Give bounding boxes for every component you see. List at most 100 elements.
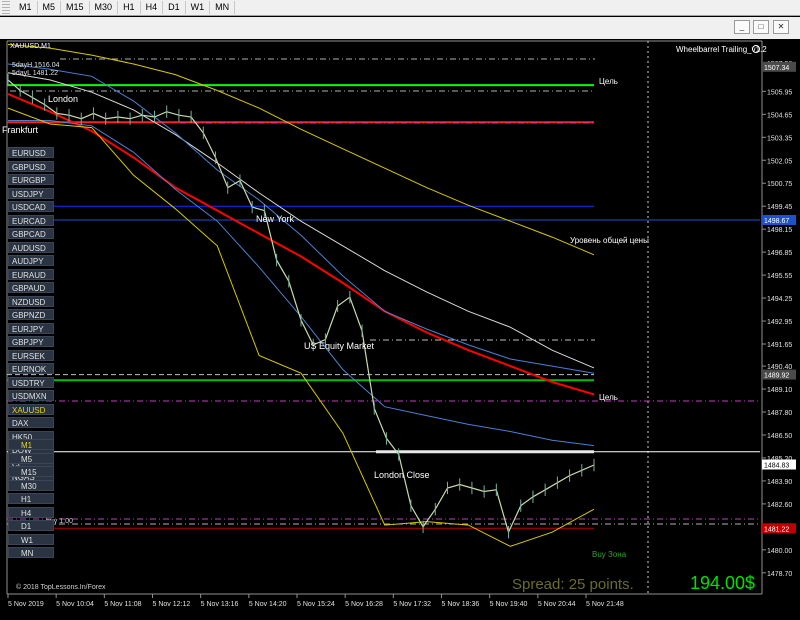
price-badge-label: 1484.83 [764,462,789,469]
side-timeframe-m5[interactable]: M5 [8,452,54,464]
symbol-button-usdcad[interactable]: USDCAD [8,201,54,212]
symbol-button-eurgbp[interactable]: EURGBP [8,174,54,185]
session-label-us-equity: US Equity Market [304,341,375,351]
chart-title-bar: _ □ ✕ [0,17,800,40]
symbol-button-eurusd[interactable]: EURUSD [8,147,54,158]
symbol-button-usdtry[interactable]: USDTRY [8,376,54,388]
timeframe-side-panel: M1 M5 M15 M30 H1 H4 D1 W1 MN [8,439,54,561]
y-tick-label: 1482.60 [767,502,792,509]
symbol-button-eurjpy[interactable]: EURJPY [8,322,54,334]
copyright-label: © 2018 TopLessons.In/Forex [16,583,106,591]
toolbar-tf-h4[interactable]: H4 [141,1,164,14]
toolbar-tf-m15[interactable]: M15 [61,1,90,14]
side-timeframe-d1[interactable]: D1 [8,520,54,531]
toolbar-tf-m5[interactable]: M5 [38,1,62,14]
x-tick-label: 5 Nov 16:28 [345,601,383,608]
symbol-button-gbpcad[interactable]: GBPCAD [8,228,54,239]
session-label-london: London [48,94,78,104]
symbol-button-gbpjpy[interactable]: GBPJPY [8,336,54,347]
toolbar-tf-m1[interactable]: M1 [14,1,38,14]
side-timeframe-m30[interactable]: M30 [8,479,54,491]
y-tick-label: 1499.45 [767,204,792,211]
minimize-button[interactable]: _ [734,20,750,34]
side-timeframe-w1[interactable]: W1 [8,533,54,545]
x-tick-label: 5 Nov 11:08 [104,601,141,608]
session-label-london-close: London Close [374,470,430,480]
x-tick-label: 5 Nov 14:20 [249,601,287,608]
chart-area[interactable]: 1507.561505.951504.651503.351502.051500.… [0,39,800,620]
y-tick-label: 1489.10 [767,387,792,394]
symbol-button-audusd[interactable]: AUDUSD [8,241,54,253]
y-tick-label: 1498.15 [767,227,792,234]
y-tick-label: 1505.95 [767,89,792,96]
x-tick-label: 5 Nov 10:04 [56,601,94,608]
symbol-button-gbpaud[interactable]: GBPAUD [8,282,54,293]
side-timeframe-m1[interactable]: M1 [8,439,54,450]
symbol-button-nzdusd[interactable]: NZDUSD [8,295,54,307]
symbol-button-eurnok[interactable]: EURNOK [8,363,54,374]
price-badge-label: 1498.67 [764,218,789,225]
y-tick-label: 1487.80 [767,410,792,417]
close-button[interactable]: ✕ [773,20,789,34]
side-timeframe-h1[interactable]: H1 [8,493,54,504]
info-5day-high: 5dayH 1516.04 [12,62,60,69]
x-tick-label: 5 Nov 12:12 [153,601,191,608]
symbol-panel: EURUSD GBPUSD EURGBP USDJPY USDCAD EURCAD GBPC… [8,147,54,485]
y-tick-label: 1491.65 [767,342,792,349]
toolbar-tf-h1[interactable]: H1 [118,1,141,14]
x-tick-label: 5 Nov 18:36 [442,601,480,608]
session-label-frankfurt: Frankfurt [2,125,39,135]
terminal-window: M1 M5 M15 M30 H1 H4 D1 W1 MN _ □ ✕ 1505.… [0,0,800,620]
level-label-common-price: Уровень общей цены [570,236,649,245]
level-label-target-bottom: Цель [599,393,618,402]
toolbar-grip-icon[interactable] [2,1,10,14]
level-label-target-top: Цель [599,77,618,86]
spread-label: Spread: 25 points. [512,576,634,593]
toolbar-tf-mn[interactable]: MN [210,1,236,14]
symbol-button-eursek[interactable]: EURSEK [8,349,54,361]
chart-header-symbol: XAUUSD,M1 [10,43,51,50]
timeframe-toolbar: M1 M5 M15 M30 H1 H4 D1 W1 MN [0,0,800,16]
y-tick-label: 1504.65 [767,112,792,119]
maximize-button[interactable]: □ [753,20,769,34]
symbol-button-eurcad[interactable]: EURCAD [8,214,54,226]
symbol-button-dax[interactable]: DAX [8,417,54,428]
y-tick-label: 1483.90 [767,479,792,486]
side-timeframe-mn[interactable]: MN [8,547,54,558]
level-label-buy-zone: Buy Зона [592,550,627,559]
symbol-button-audjpy[interactable]: AUDJPY [8,255,54,266]
y-tick-label: 1494.25 [767,296,792,303]
y-tick-label: 1502.05 [767,158,792,165]
y-tick-label: 1492.95 [767,319,792,326]
x-tick-label: 5 Nov 21:48 [586,601,624,608]
y-tick-label: 1500.75 [767,181,792,188]
y-tick-label: 1480.00 [767,548,792,555]
x-tick-label: 5 Nov 15:24 [297,601,335,608]
session-label-new-york: New York [256,214,295,224]
toolbar-tf-d1[interactable]: D1 [163,1,186,14]
price-chart[interactable]: 1507.561505.951504.651503.351502.051500.… [0,39,800,620]
x-tick-label: 5 Nov 19:40 [490,601,528,608]
symbol-button-euraud[interactable]: EURAUD [8,268,54,280]
y-tick-label: 1478.70 [767,571,792,578]
y-tick-label: 1503.35 [767,135,792,142]
price-badge-label: 1507.34 [764,65,789,72]
y-tick-label: 1496.85 [767,250,792,257]
info-5day-low: 5dayL 1481.22 [12,70,58,77]
symbol-button-usdmxn[interactable]: USDMXN [8,390,54,401]
side-timeframe-m15[interactable]: M15 [8,466,54,477]
x-tick-label: 5 Nov 13:16 [201,601,239,608]
toolbar-tf-m30[interactable]: M30 [90,1,119,14]
balance-label: 194.00$ [690,573,755,593]
x-tick-label: 5 Nov 20:44 [538,601,576,608]
x-tick-label: 5 Nov 17:32 [393,601,431,608]
symbol-button-gbpnzd[interactable]: GBPNZD [8,309,54,320]
price-badge-label: 1481.22 [764,526,789,533]
y-tick-label: 1486.50 [767,433,792,440]
symbol-button-xauusd[interactable]: XAUUSD [8,403,54,415]
symbol-button-gbpusd[interactable]: GBPUSD [8,160,54,172]
toolbar-tf-w1[interactable]: W1 [186,1,211,14]
symbol-button-usdjpy[interactable]: USDJPY [8,187,54,199]
side-timeframe-h4[interactable]: H4 [8,506,54,518]
price-badge-label: 1489.92 [764,373,789,380]
